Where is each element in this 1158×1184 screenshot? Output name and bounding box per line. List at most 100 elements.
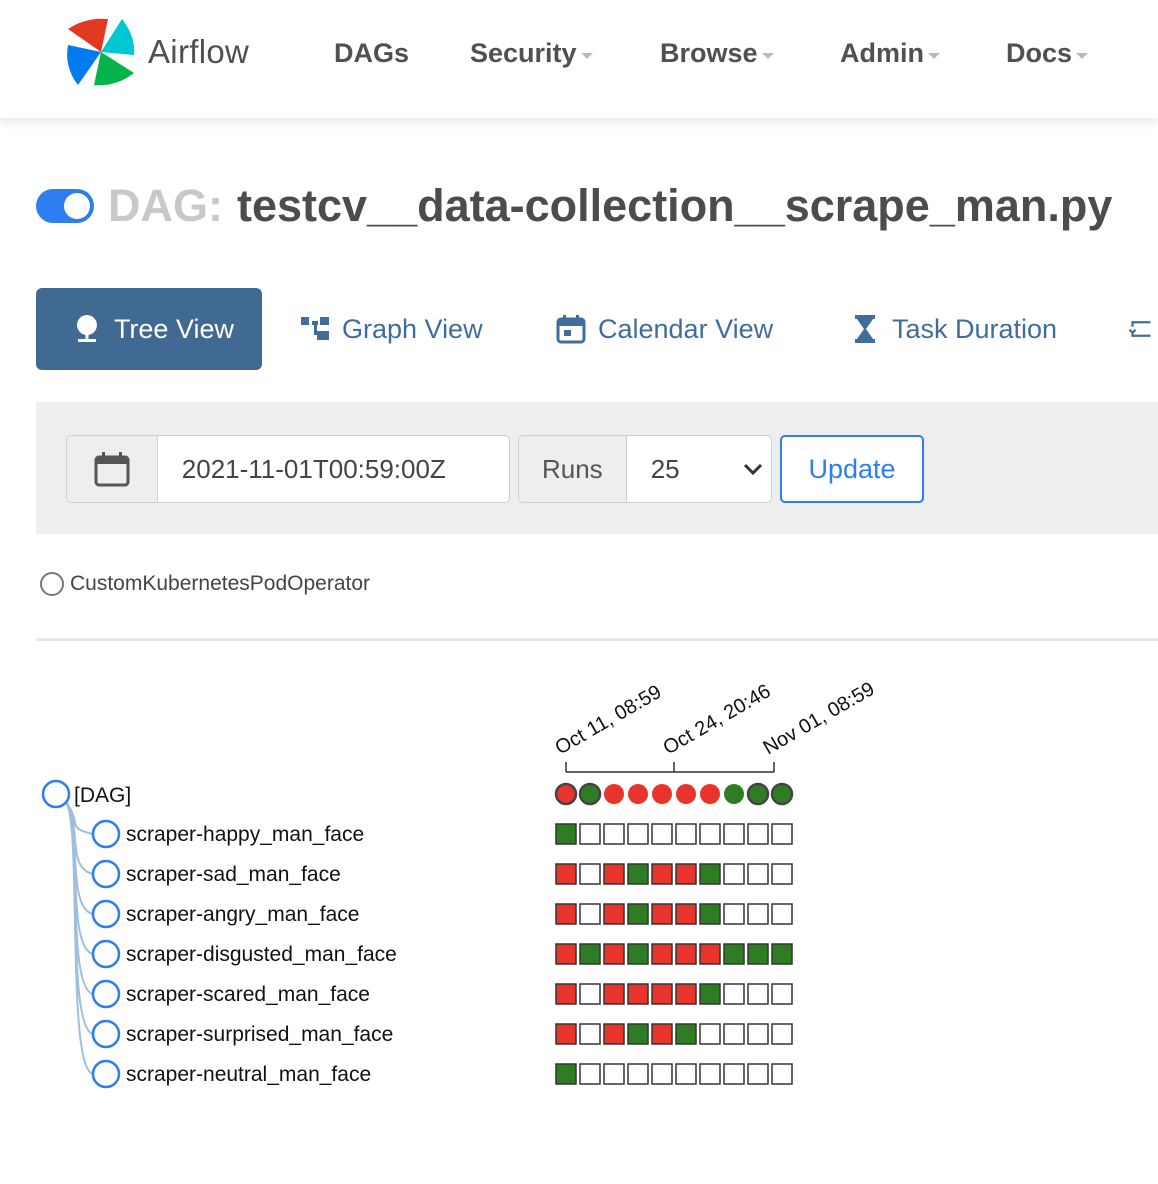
task-instance-none[interactable]	[675, 1063, 697, 1085]
base-date-input[interactable]: 2021-11-01T00:59:00Z	[158, 436, 509, 502]
task-instance-none[interactable]	[579, 863, 601, 885]
task-instance-none[interactable]	[603, 823, 625, 845]
nav-security[interactable]: Security	[470, 38, 593, 69]
date-picker-button[interactable]	[67, 436, 158, 502]
task-instance-none[interactable]	[627, 823, 649, 845]
task-instance-success[interactable]	[699, 863, 721, 885]
task-instance-failed[interactable]	[651, 903, 673, 925]
task-instance-none[interactable]	[579, 903, 601, 925]
dag-run-success[interactable]	[746, 782, 770, 806]
task-instance-none[interactable]	[651, 823, 673, 845]
task-instance-none[interactable]	[723, 983, 745, 1005]
dag-run-failed[interactable]	[628, 784, 648, 804]
task-instance-failed[interactable]	[603, 943, 625, 965]
dag-run-failed[interactable]	[676, 784, 696, 804]
task-instance-none[interactable]	[723, 863, 745, 885]
task-instance-none[interactable]	[579, 983, 601, 1005]
task-node-circle[interactable]	[91, 859, 121, 889]
task-node-circle[interactable]	[91, 819, 121, 849]
task-instance-none[interactable]	[747, 903, 769, 925]
task-node-circle[interactable]	[91, 1019, 121, 1049]
task-instance-success[interactable]	[627, 1023, 649, 1045]
task-node-circle[interactable]	[91, 979, 121, 1009]
task-instance-success[interactable]	[627, 863, 649, 885]
task-instance-success[interactable]	[771, 943, 793, 965]
task-instance-none[interactable]	[723, 903, 745, 925]
task-instance-none[interactable]	[747, 983, 769, 1005]
task-instance-failed[interactable]	[651, 1023, 673, 1045]
task-instance-success[interactable]	[675, 1023, 697, 1045]
task-instance-failed[interactable]	[603, 903, 625, 925]
task-instance-failed[interactable]	[603, 983, 625, 1005]
task-instance-none[interactable]	[747, 863, 769, 885]
task-instance-success[interactable]	[747, 943, 769, 965]
task-node-circle[interactable]	[91, 899, 121, 929]
dag-run-failed[interactable]	[554, 782, 578, 806]
task-node-circle[interactable]	[91, 1059, 121, 1089]
task-instance-failed[interactable]	[651, 983, 673, 1005]
runs-select[interactable]: 25	[627, 436, 771, 502]
task-instance-success[interactable]	[555, 823, 577, 845]
task-instance-failed[interactable]	[675, 983, 697, 1005]
task-instance-success[interactable]	[723, 943, 745, 965]
tab-tree-view[interactable]: Tree View	[36, 288, 262, 370]
task-instance-none[interactable]	[579, 1063, 601, 1085]
dag-run-success[interactable]	[770, 782, 794, 806]
task-instance-success[interactable]	[579, 943, 601, 965]
task-instance-none[interactable]	[771, 863, 793, 885]
task-instance-success[interactable]	[699, 903, 721, 925]
dag-run-failed[interactable]	[652, 784, 672, 804]
task-instance-none[interactable]	[771, 1023, 793, 1045]
dag-run-success[interactable]	[724, 784, 744, 804]
brand-logo[interactable]: Airflow	[64, 14, 249, 90]
task-instance-none[interactable]	[699, 823, 721, 845]
task-instance-success[interactable]	[627, 903, 649, 925]
task-instance-none[interactable]	[723, 1063, 745, 1085]
task-instance-none[interactable]	[651, 1063, 673, 1085]
dag-run-failed[interactable]	[700, 784, 720, 804]
task-instance-none[interactable]	[747, 1023, 769, 1045]
tab-calendar-view[interactable]: Calendar View	[556, 288, 773, 370]
task-instance-failed[interactable]	[699, 943, 721, 965]
task-instance-failed[interactable]	[603, 863, 625, 885]
task-instance-none[interactable]	[747, 823, 769, 845]
dag-run-failed[interactable]	[604, 784, 624, 804]
tab-graph-view[interactable]: Graph View	[300, 288, 483, 370]
task-instance-none[interactable]	[771, 983, 793, 1005]
task-instance-none[interactable]	[723, 823, 745, 845]
task-instance-failed[interactable]	[555, 863, 577, 885]
nav-admin[interactable]: Admin	[840, 38, 940, 69]
task-instance-success[interactable]	[699, 983, 721, 1005]
task-instance-none[interactable]	[747, 1063, 769, 1085]
nav-dags[interactable]: DAGs	[334, 38, 409, 69]
nav-browse[interactable]: Browse	[660, 38, 774, 69]
tab-task-duration[interactable]: Task Duration	[850, 288, 1057, 370]
task-instance-failed[interactable]	[603, 1023, 625, 1045]
task-instance-none[interactable]	[627, 1063, 649, 1085]
task-instance-failed[interactable]	[651, 863, 673, 885]
task-instance-success[interactable]	[555, 1063, 577, 1085]
update-button[interactable]: Update	[780, 435, 924, 503]
task-instance-none[interactable]	[723, 1023, 745, 1045]
task-instance-failed[interactable]	[555, 1023, 577, 1045]
task-instance-failed[interactable]	[651, 943, 673, 965]
task-instance-failed[interactable]	[555, 983, 577, 1005]
task-instance-none[interactable]	[699, 1023, 721, 1045]
task-instance-failed[interactable]	[675, 903, 697, 925]
dag-run-success[interactable]	[578, 782, 602, 806]
task-instance-none[interactable]	[771, 1063, 793, 1085]
task-instance-none[interactable]	[771, 823, 793, 845]
task-instance-failed[interactable]	[555, 903, 577, 925]
dag-pause-toggle[interactable]	[36, 189, 94, 223]
dag-node-circle[interactable]	[41, 779, 71, 809]
task-instance-none[interactable]	[675, 823, 697, 845]
task-instance-failed[interactable]	[675, 863, 697, 885]
task-instance-none[interactable]	[699, 1063, 721, 1085]
task-instance-none[interactable]	[771, 903, 793, 925]
task-instance-success[interactable]	[627, 943, 649, 965]
task-instance-none[interactable]	[603, 1063, 625, 1085]
tab-overflow[interactable]	[1128, 288, 1158, 370]
task-instance-failed[interactable]	[627, 983, 649, 1005]
task-instance-none[interactable]	[579, 1023, 601, 1045]
task-instance-failed[interactable]	[675, 943, 697, 965]
